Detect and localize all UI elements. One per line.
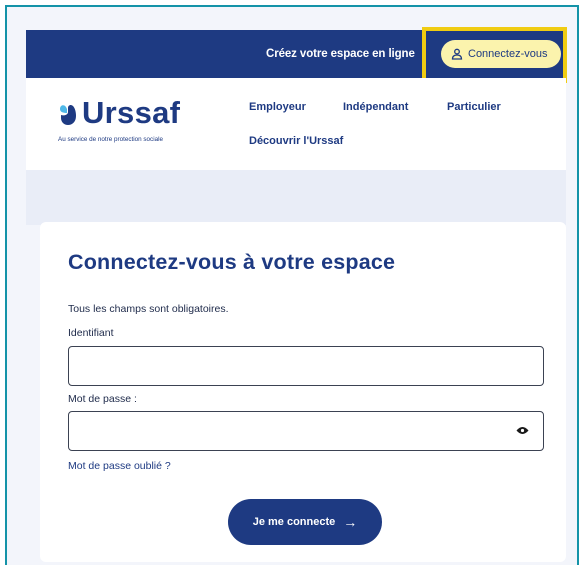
submit-button-label: Je me connecte bbox=[252, 516, 336, 528]
submit-button[interactable]: Je me connecte → bbox=[228, 499, 382, 545]
arrow-right-icon: → bbox=[343, 514, 358, 530]
required-note: Tous les champs sont obligatoires. bbox=[68, 303, 229, 315]
site-header: Urssaf Au service de notre protection so… bbox=[26, 78, 566, 170]
nav-independant[interactable]: Indépendant bbox=[343, 101, 408, 113]
identifier-label: Identifiant bbox=[68, 327, 114, 339]
identifier-input[interactable] bbox=[69, 347, 519, 385]
password-input[interactable] bbox=[69, 412, 519, 450]
urssaf-logo-icon bbox=[60, 104, 76, 125]
hero-band bbox=[26, 170, 566, 225]
logo-wordmark: Urssaf bbox=[82, 95, 181, 130]
logo-tagline: Au service de notre protection sociale bbox=[58, 136, 164, 143]
eye-icon[interactable] bbox=[516, 426, 529, 435]
nav-particulier[interactable]: Particulier bbox=[447, 101, 501, 113]
nav-decouvrir-urssaf[interactable]: Découvrir l'Urssaf bbox=[249, 135, 343, 147]
page-title: Connectez-vous à votre espace bbox=[68, 250, 396, 274]
create-space-link[interactable]: Créez votre espace en ligne bbox=[266, 30, 415, 78]
highlight-box bbox=[422, 27, 567, 83]
urssaf-logo[interactable]: Urssaf Au service de notre protection so… bbox=[58, 95, 198, 149]
nav-employeur[interactable]: Employeur bbox=[249, 101, 306, 113]
forgot-password-link[interactable]: Mot de passe oublié ? bbox=[68, 460, 171, 472]
password-label: Mot de passe : bbox=[68, 393, 137, 405]
password-field[interactable] bbox=[68, 411, 544, 451]
identifier-field[interactable] bbox=[68, 346, 544, 386]
